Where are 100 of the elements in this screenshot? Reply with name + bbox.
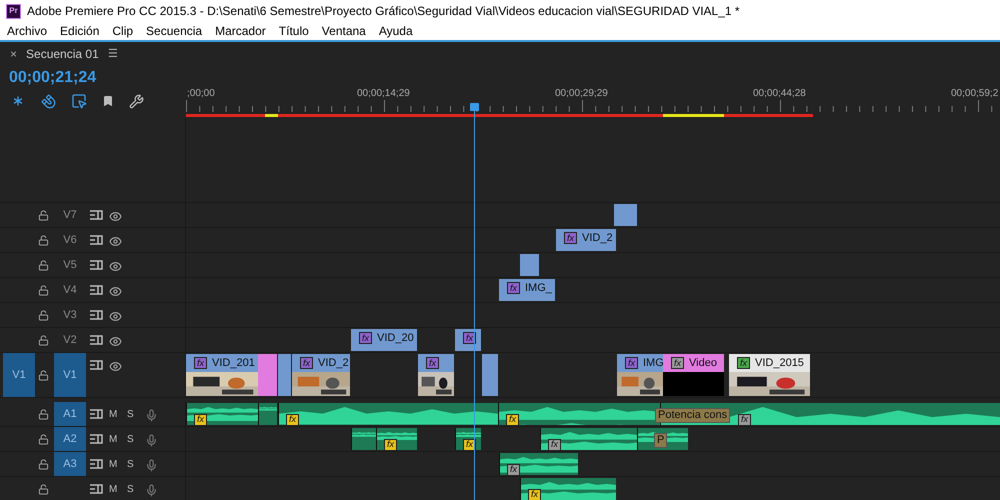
video-clip[interactable]: [482, 354, 498, 396]
video-clip[interactable]: fx VID_2015: [729, 354, 810, 396]
eye-icon[interactable]: [109, 234, 122, 248]
track-label[interactable]: V1: [54, 353, 86, 397]
fx-badge: fx: [300, 357, 313, 369]
audio-clip[interactable]: fx: [376, 428, 417, 450]
menu-item[interactable]: Archivo: [7, 22, 48, 40]
audio-clip[interactable]: fx: [455, 428, 481, 450]
menu-item[interactable]: Ventana: [322, 22, 366, 40]
track-label[interactable]: A3: [54, 452, 86, 476]
sync-lock-icon[interactable]: [90, 310, 103, 320]
solo-toggle[interactable]: S: [127, 484, 139, 494]
eye-icon[interactable]: [109, 360, 122, 373]
menu-item[interactable]: Ayuda: [378, 22, 413, 40]
eye-icon[interactable]: [109, 210, 122, 222]
lock-icon[interactable]: [38, 210, 49, 220]
audio-clip[interactable]: fx: [499, 453, 578, 475]
audio-clip[interactable]: fx: [278, 403, 498, 425]
lock-icon[interactable]: [38, 408, 49, 420]
lock-icon[interactable]: [38, 260, 49, 270]
close-icon[interactable]: ×: [10, 45, 18, 63]
sync-lock-icon[interactable]: [90, 484, 103, 494]
microphone-icon[interactable]: [145, 434, 158, 446]
mute-toggle[interactable]: M: [109, 484, 121, 494]
video-clip[interactable]: [520, 254, 539, 276]
fx-badge: fx: [528, 488, 541, 500]
fx-badge: fx: [564, 232, 577, 244]
magnet-icon[interactable]: [41, 94, 56, 108]
solo-toggle[interactable]: S: [127, 434, 139, 444]
track-label[interactable]: V5: [54, 253, 86, 277]
clip-name: Video: [689, 356, 717, 371]
menu-item[interactable]: Clip: [112, 22, 134, 40]
microphone-icon[interactable]: [145, 408, 158, 422]
audio-clip[interactable]: fx: [520, 478, 616, 500]
title-clip[interactable]: fx Video: [663, 354, 724, 396]
sync-lock-icon[interactable]: [90, 234, 103, 246]
lock-icon[interactable]: [38, 334, 49, 346]
sync-lock-icon[interactable]: [90, 210, 103, 220]
lock-icon[interactable]: [38, 434, 49, 444]
mute-toggle[interactable]: M: [109, 408, 121, 420]
track-label[interactable]: V2: [54, 328, 86, 352]
lock-icon[interactable]: [38, 234, 49, 246]
fx-badge: fx: [426, 357, 439, 369]
menu-item[interactable]: Título: [278, 22, 309, 40]
lock-icon[interactable]: [38, 370, 49, 380]
video-clip[interactable]: fx IMG: [617, 354, 663, 396]
video-clip[interactable]: fx VID_20: [351, 329, 417, 351]
audio-clip[interactable]: fx: [540, 428, 637, 450]
sync-lock-icon[interactable]: [90, 360, 103, 371]
audio-clip[interactable]: fx: [498, 403, 660, 425]
track-label[interactable]: V3: [54, 303, 86, 327]
video-clip[interactable]: fx VID_2: [556, 229, 616, 251]
track-label[interactable]: A2: [54, 427, 86, 451]
panel-menu-icon[interactable]: ☰: [108, 46, 118, 62]
eye-icon[interactable]: [109, 334, 122, 348]
menu-item[interactable]: Secuencia: [146, 22, 202, 40]
wrench-icon[interactable]: [129, 94, 144, 108]
sync-lock-icon[interactable]: [90, 284, 103, 296]
lock-icon[interactable]: [38, 458, 49, 470]
sync-lock-icon[interactable]: [90, 434, 103, 444]
source-patch[interactable]: V1: [3, 353, 35, 397]
time-label: ;00;00: [187, 87, 215, 101]
timecode[interactable]: 00;00;21;24: [9, 66, 186, 90]
mute-toggle[interactable]: M: [109, 434, 121, 444]
time-label: 00;00;59;2: [951, 87, 998, 101]
solo-toggle[interactable]: S: [127, 458, 139, 470]
menu-item[interactable]: Edición: [60, 22, 100, 40]
microphone-icon[interactable]: [145, 458, 158, 472]
video-clip[interactable]: fx: [418, 354, 454, 396]
audio-clip[interactable]: fx: [186, 403, 258, 425]
lock-icon[interactable]: [38, 284, 49, 296]
marker-icon[interactable]: [102, 95, 114, 107]
eye-icon[interactable]: [109, 310, 122, 322]
sync-lock-icon[interactable]: [90, 260, 103, 270]
video-clip[interactable]: fx VID_2: [292, 354, 350, 396]
video-clip[interactable]: [614, 204, 637, 226]
microphone-icon[interactable]: [145, 484, 158, 496]
eye-icon[interactable]: [109, 284, 122, 298]
audio-clip[interactable]: [351, 428, 376, 450]
video-clip[interactable]: [278, 354, 291, 396]
lock-icon[interactable]: [38, 484, 49, 494]
sync-lock-icon[interactable]: [90, 408, 103, 420]
video-clip[interactable]: fx: [455, 329, 481, 351]
pointer-icon[interactable]: [71, 93, 87, 109]
sync-lock-icon[interactable]: [90, 334, 103, 346]
video-clip[interactable]: fx VID_201: [186, 354, 258, 396]
mute-toggle[interactable]: M: [109, 458, 121, 470]
menu-item[interactable]: Marcador: [215, 22, 266, 40]
audio-clip[interactable]: [258, 403, 277, 425]
track-label[interactable]: A1: [54, 402, 86, 426]
eye-icon[interactable]: [109, 260, 122, 272]
panel-tab[interactable]: Secuencia 01: [26, 45, 99, 63]
track-label[interactable]: V4: [54, 278, 86, 302]
title-clip[interactable]: [258, 354, 277, 396]
track-label[interactable]: V6: [54, 228, 86, 252]
lock-icon[interactable]: [38, 310, 49, 320]
solo-toggle[interactable]: S: [127, 408, 139, 420]
sync-lock-icon[interactable]: [90, 458, 103, 470]
track-label[interactable]: V7: [54, 203, 86, 227]
video-clip[interactable]: fx IMG_: [499, 279, 555, 301]
